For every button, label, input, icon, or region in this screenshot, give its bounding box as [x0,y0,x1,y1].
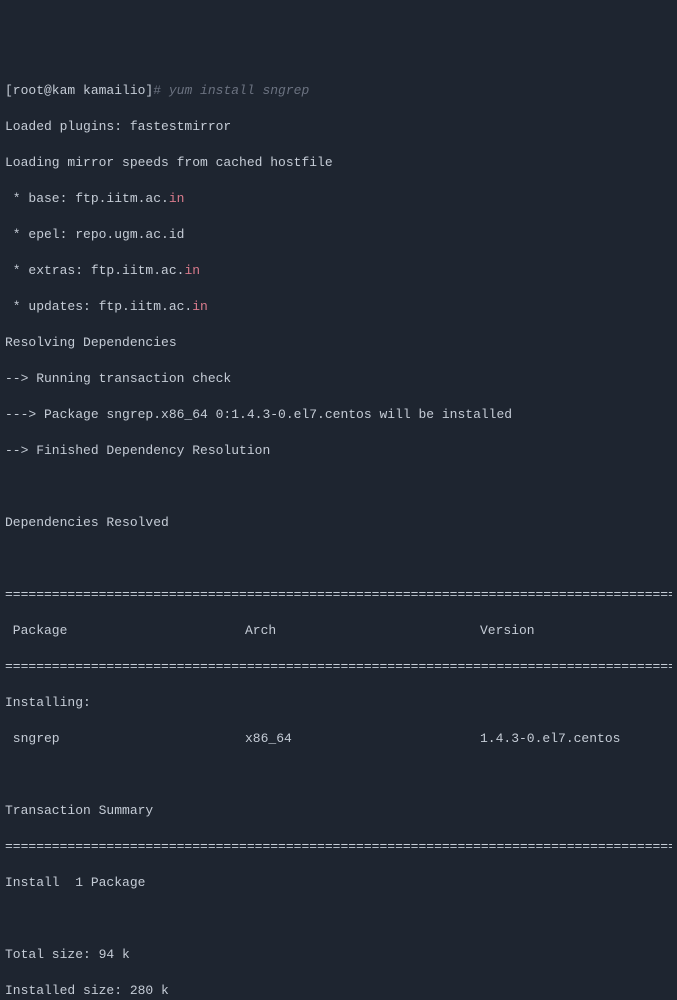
blank-line [5,910,672,928]
table-row: sngrepx86_641.4.3-0.el7.centos [5,730,672,748]
header-version: Version [480,622,535,640]
header-package: Package [5,622,245,640]
output-deps-resolved: Dependencies Resolved [5,514,672,532]
divider-top: ========================================… [5,586,672,604]
blank-line [5,478,672,496]
row-version: 1.4.3-0.el7.centos [480,730,620,748]
blank-line [5,550,672,568]
prompt-line: [root@kam kamailio]# yum install sngrep [5,82,672,100]
prompt-hash: # [153,83,169,98]
mirror-updates-prefix: * updates: ftp.iitm.ac. [5,299,192,314]
output-mirror-epel: * epel: repo.ugm.ac.id [5,226,672,244]
divider-bottom: ========================================… [5,838,672,856]
table-header-row: PackageArchVersion [5,622,672,640]
output-mirror-extras: * extras: ftp.iitm.ac.in [5,262,672,280]
blank-line [5,766,672,784]
transaction-summary: Transaction Summary [5,802,672,820]
mirror-base-prefix: * base: ftp.iitm.ac. [5,191,169,206]
output-loading-mirrors: Loading mirror speeds from cached hostfi… [5,154,672,172]
mirror-extras-suffix: in [184,263,200,278]
output-resolving: Resolving Dependencies [5,334,672,352]
mirror-base-suffix: in [169,191,185,206]
row-package: sngrep [5,730,245,748]
output-loaded-plugins: Loaded plugins: fastestmirror [5,118,672,136]
install-count: Install 1 Package [5,874,672,892]
divider-mid: ========================================… [5,658,672,676]
row-arch: x86_64 [245,730,480,748]
installed-size: Installed size: 280 k [5,982,672,1000]
total-size: Total size: 94 k [5,946,672,964]
installing-label: Installing: [5,694,672,712]
output-mirror-updates: * updates: ftp.iitm.ac.in [5,298,672,316]
mirror-extras-prefix: * extras: ftp.iitm.ac. [5,263,184,278]
output-finished-resolution: --> Finished Dependency Resolution [5,442,672,460]
output-package-install: ---> Package sngrep.x86_64 0:1.4.3-0.el7… [5,406,672,424]
output-running-check: --> Running transaction check [5,370,672,388]
prompt-user-host: [root@kam kamailio] [5,83,153,98]
output-mirror-base: * base: ftp.iitm.ac.in [5,190,672,208]
command-text: yum install sngrep [169,83,309,98]
mirror-updates-suffix: in [192,299,208,314]
header-arch: Arch [245,622,480,640]
